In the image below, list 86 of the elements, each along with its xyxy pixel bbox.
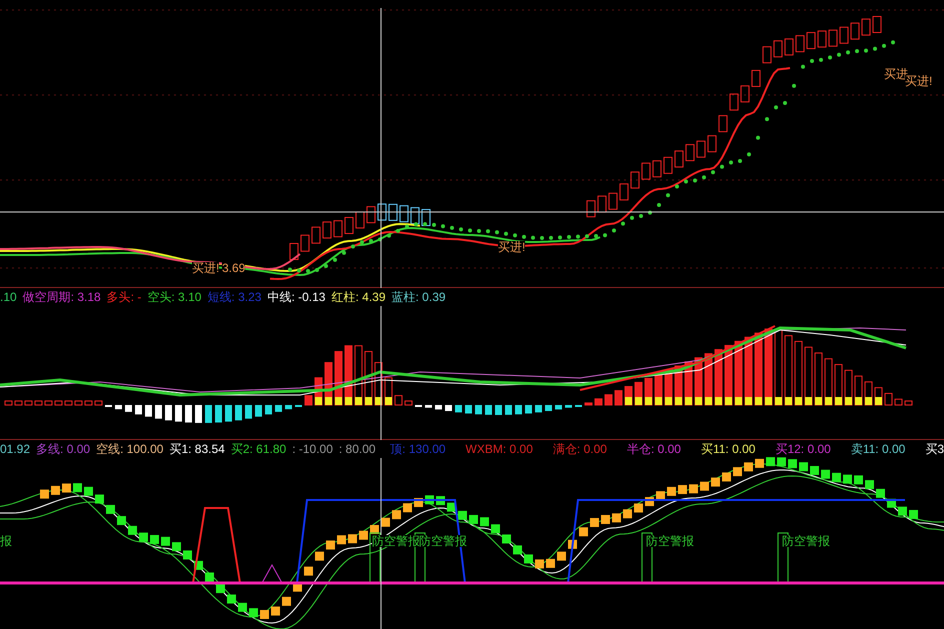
histogram-bar xyxy=(904,400,912,406)
histogram-bar xyxy=(34,400,42,406)
histogram-bar xyxy=(394,395,402,406)
legend-value: 买1: 83.54 xyxy=(169,443,225,455)
legend-value: 多头: - xyxy=(106,291,142,303)
histogram-bar xyxy=(74,400,82,406)
histogram-bar xyxy=(275,405,282,412)
legend-value: 空线: 100.00 xyxy=(96,443,164,455)
chart-label: 买进! xyxy=(905,75,932,87)
histogram-bar xyxy=(205,405,212,423)
alarm-label: 报 xyxy=(0,535,12,547)
histogram-bar xyxy=(145,405,152,417)
histogram-bar xyxy=(894,398,902,406)
legend-value: 满仓: 0.00 xyxy=(552,443,607,455)
legend-value: 红柱: 4.39 xyxy=(331,291,386,303)
histogram-bar xyxy=(115,405,122,410)
histogram-bar xyxy=(555,405,562,410)
legend-value: 多线: 0.00 xyxy=(36,443,90,455)
histogram-bar xyxy=(495,405,502,415)
histogram-bar xyxy=(614,390,622,406)
histogram-bar xyxy=(604,394,612,406)
alarm-label: 防空警报 xyxy=(372,535,420,547)
histogram-bar xyxy=(84,400,92,406)
legend-value: : 80.00 xyxy=(338,443,376,455)
histogram-bar xyxy=(265,405,272,414)
legend-value: 卖11: 0.00 xyxy=(850,443,906,455)
legend-value: 做空周期: 3.18 xyxy=(22,291,101,303)
histogram-bar xyxy=(475,405,482,414)
legend-value: 买11: 0.00 xyxy=(700,443,756,455)
legend-value: 中线: -0.13 xyxy=(267,291,326,303)
histogram-bar xyxy=(175,405,182,422)
histogram-bar xyxy=(215,405,222,422)
histogram-bar xyxy=(14,400,22,406)
histogram-bar xyxy=(465,405,472,414)
histogram-bar xyxy=(135,405,142,414)
chart-label: 买进! xyxy=(498,241,526,253)
histogram-bar xyxy=(455,405,462,412)
legend-value: 买12: 0.00 xyxy=(775,443,831,455)
histogram-bar xyxy=(515,405,522,414)
histogram-bar xyxy=(505,405,512,415)
histogram-bar xyxy=(525,405,532,414)
triangle-line xyxy=(262,564,282,584)
histogram-bar xyxy=(425,405,432,408)
legend-value: 买3 xyxy=(925,443,944,455)
histogram-bar xyxy=(485,405,492,415)
histogram-bar xyxy=(44,400,52,406)
legend-value: : -10.00 xyxy=(292,443,333,455)
histogram-bar xyxy=(404,400,412,406)
histogram-bar xyxy=(565,405,572,408)
histogram-bar xyxy=(24,400,32,406)
legend-value: 空头: 3.10 xyxy=(147,291,202,303)
chart-label: 买进! xyxy=(192,262,220,274)
histogram-bar xyxy=(545,405,552,412)
histogram-bar xyxy=(535,405,542,412)
legend-value: 半仓: 0.00 xyxy=(626,443,681,455)
alarm-label: 防空警报 xyxy=(419,535,467,547)
legend-value: 买2: 61.80 xyxy=(230,443,286,455)
histogram-bar xyxy=(225,405,232,422)
histogram-bar xyxy=(4,400,12,406)
histogram-bar xyxy=(884,392,892,406)
histogram-bar xyxy=(125,405,132,412)
legend-value: 蓝柱: 0.39 xyxy=(392,291,446,303)
histogram-bar xyxy=(155,405,162,419)
histogram-bar xyxy=(304,395,312,406)
histogram-bar xyxy=(445,405,452,412)
histogram-bar xyxy=(255,405,262,417)
histogram-bar xyxy=(435,405,442,410)
alarm-label: 防空警报 xyxy=(646,535,694,547)
legend-value: 01.92 xyxy=(0,443,30,455)
histogram-bar xyxy=(245,405,252,419)
histogram-bar xyxy=(285,405,292,410)
histogram-bar xyxy=(185,405,192,422)
legend-value: 短线: 3.23 xyxy=(207,291,262,303)
legend-value: WXBM: 0.00 xyxy=(466,443,533,455)
histogram-bar xyxy=(165,405,172,420)
legend-value: 顶: 130.00 xyxy=(390,443,446,455)
histogram-bar xyxy=(584,402,592,406)
histogram-bar xyxy=(54,400,62,406)
histogram-bar xyxy=(594,398,602,406)
legend-value: .10 xyxy=(0,291,17,303)
histogram-bar xyxy=(195,405,202,423)
histogram-bar xyxy=(235,405,242,420)
histogram-bar xyxy=(94,400,102,406)
histogram-bar xyxy=(64,400,72,406)
alarm-label: 防空警报 xyxy=(782,535,830,547)
chart-label: 3.69 xyxy=(222,262,246,274)
